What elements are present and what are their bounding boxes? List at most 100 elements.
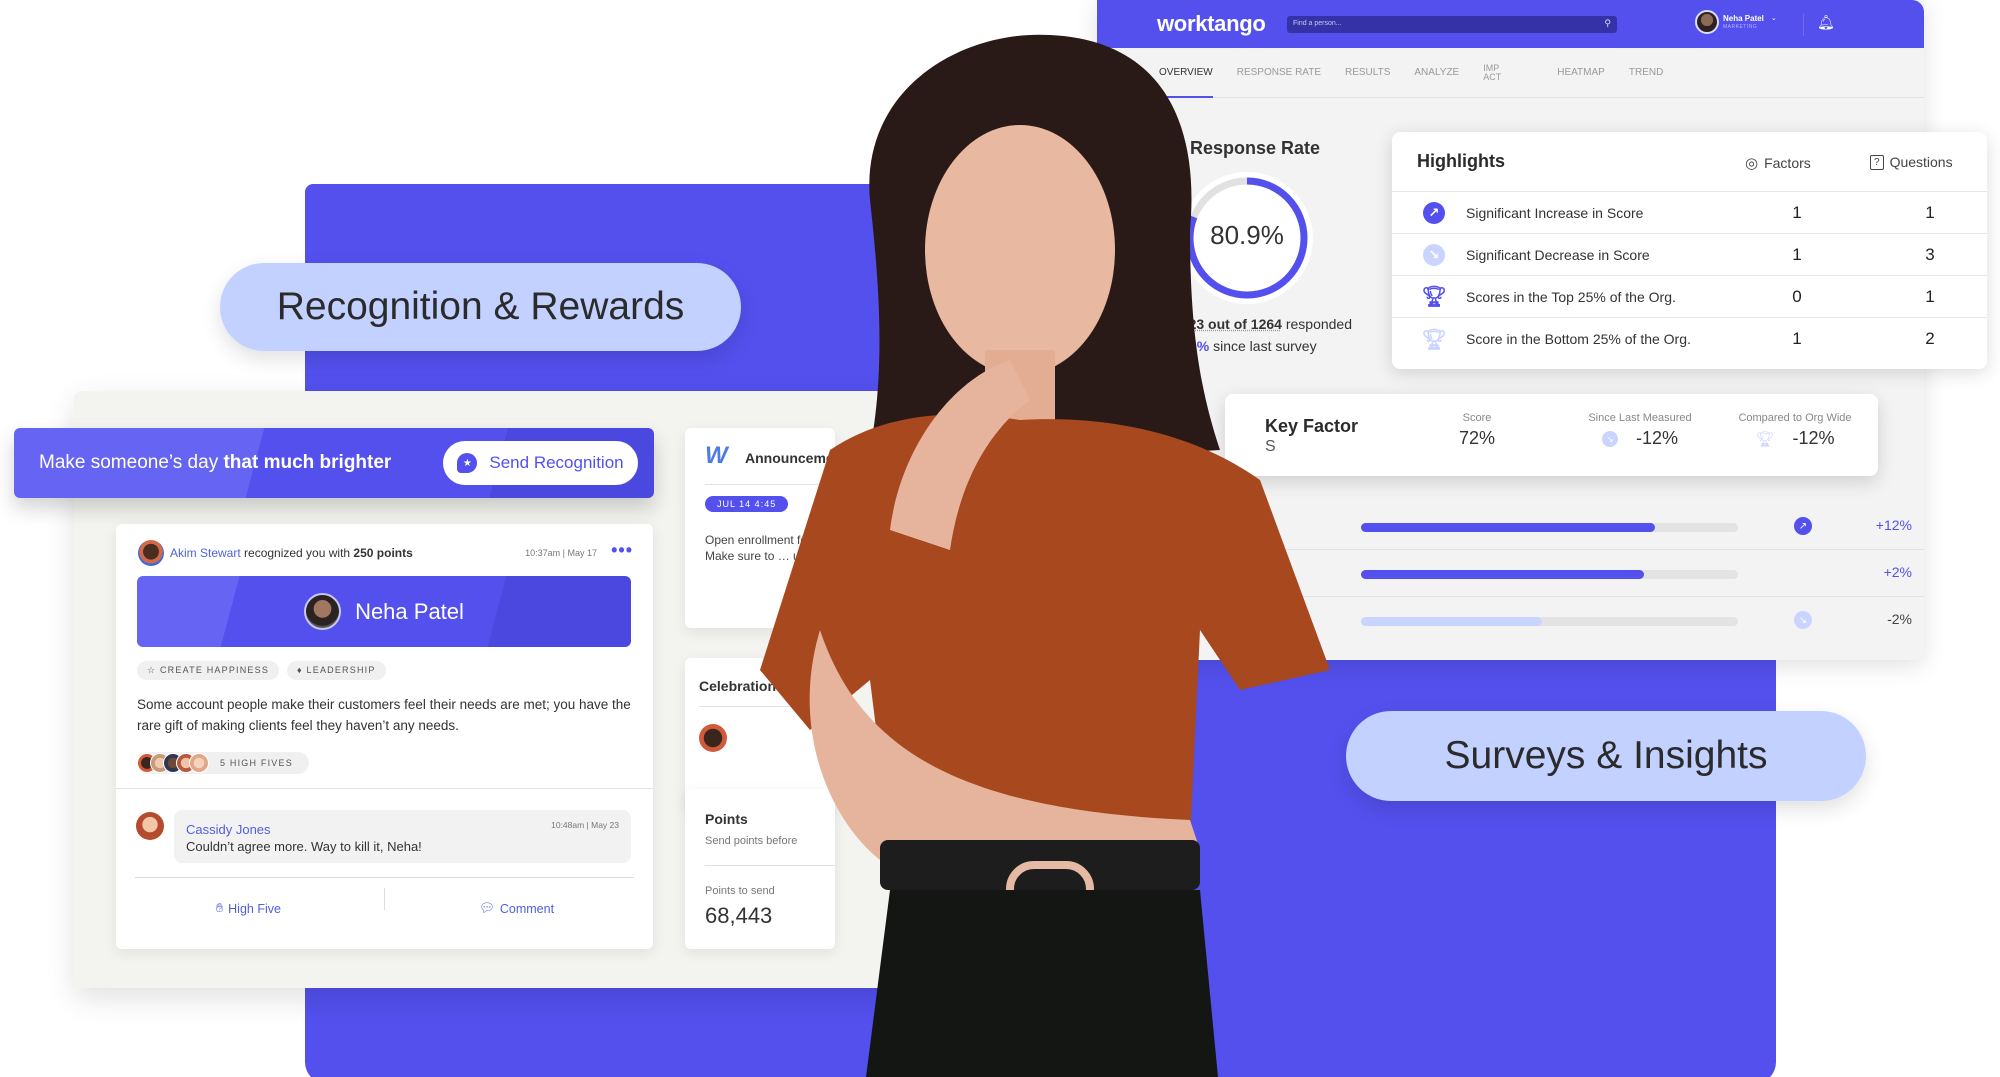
post-points: 250 points: [353, 546, 413, 560]
tab-results[interactable]: RESULTS: [1345, 48, 1390, 98]
recipient-name: Neha Patel: [355, 598, 464, 624]
tab-response-rate[interactable]: RESPONSE RATE: [1237, 48, 1321, 98]
bar-track: [1361, 523, 1738, 532]
trophy-light-icon: 🏆︎: [1421, 328, 1447, 351]
tab-analyze[interactable]: ANALYZE: [1414, 48, 1459, 98]
highlight-row[interactable]: 🏆︎ Scores in the Top 25% of the Org. 0 1: [1392, 276, 1987, 318]
questions-label: Questions: [1889, 154, 1953, 170]
bell-icon[interactable]: 🔔︎: [1817, 14, 1835, 31]
comment-button[interactable]: 💬︎ Comment: [479, 901, 554, 916]
chevron-down-icon[interactable]: ⌄: [1771, 14, 1777, 22]
user-name: Neha Patel: [1723, 14, 1764, 23]
high-fives-count: 5 HIGH FIVES: [220, 758, 293, 768]
tag-create-happiness[interactable]: ☆ CREATE HAPPINESS: [137, 661, 280, 680]
org-label: Compared to Org Wide: [1738, 412, 1852, 424]
giver-name-link[interactable]: Akim Stewart: [170, 546, 241, 560]
change-value: +10%: [1173, 338, 1210, 354]
hand-icon: ✋︎: [216, 901, 224, 915]
more-options-icon[interactable]: •••: [611, 540, 633, 561]
announcement-text: Open enrollment for insurance … Make sur…: [705, 533, 835, 563]
responded-suffix: responded: [1285, 316, 1352, 332]
bar-fill: [1361, 617, 1542, 626]
response-change: +10% since last survey: [1173, 338, 1317, 354]
since-label: Since Last Measured: [1588, 412, 1692, 424]
high-five-label: High Five: [228, 901, 281, 916]
recognition-rewards-pill: Recognition & Rewards: [220, 263, 741, 351]
user-department: MARKETING: [1723, 24, 1758, 30]
search-input[interactable]: Find a person... ⚲: [1287, 16, 1617, 33]
questions-count: 1: [1925, 286, 1935, 306]
search-icon[interactable]: ⚲: [1604, 18, 1611, 29]
post-header: Akim Stewart recognized you with 250 poi…: [138, 540, 413, 566]
factor-bar-row[interactable]: ↗ +12%: [1097, 503, 1924, 550]
tab-bar: OVERVIEW RESPONSE RATE RESULTS ANALYZE I…: [1097, 48, 1924, 98]
tab-impact[interactable]: IMP ACT: [1483, 48, 1509, 98]
divider: [116, 788, 653, 789]
high-fives-summary[interactable]: 5 HIGH FIVES: [137, 752, 309, 774]
score-value: 72%: [1458, 428, 1496, 448]
giver-avatar[interactable]: [138, 540, 164, 566]
commenter-avatar[interactable]: [136, 812, 164, 840]
tag-leadership[interactable]: ♦ LEADERSHIP: [287, 661, 386, 680]
bar-delta: +2%: [1883, 564, 1912, 580]
divider: [135, 877, 634, 878]
highlights-header: Highlights ◎ Factors ? Questions: [1392, 132, 1987, 192]
key-factor-card: Key Factor S Score 72% Since Last Measur…: [1225, 394, 1878, 476]
points-title: Points: [705, 811, 748, 827]
send-recognition-button[interactable]: ★ Send Recognition: [443, 441, 638, 485]
trend-down-icon: ↘: [1601, 431, 1618, 448]
trophy-light-icon: 🏆︎: [1755, 431, 1775, 448]
comment-bubble: Cassidy Jones 10:48am | May 23 Couldn’t …: [174, 810, 631, 863]
trophy-icon: 🏆︎: [1421, 286, 1447, 308]
user-menu[interactable]: Neha Patel MARKETING ⌄: [1695, 10, 1777, 34]
recognition-banner: Make someone’s day that much brighter ★ …: [14, 428, 654, 498]
trend-down-icon: ↘: [1423, 243, 1445, 266]
recognition-message: Some account people make their customers…: [137, 697, 631, 733]
trend-up-icon: ↗: [1794, 517, 1812, 535]
key-factor-subtitle: S: [1265, 438, 1276, 455]
announcements-title: Announcements: [745, 450, 835, 466]
highlight-label: Score in the Bottom 25% of the Org.: [1466, 331, 1691, 347]
target-icon: ◎: [1745, 155, 1759, 172]
highlights-card: Highlights ◎ Factors ? Questions ↗ Signifi…: [1392, 132, 1987, 369]
highlight-row[interactable]: 🏆︎ Score in the Bottom 25% of the Org. 1…: [1392, 318, 1987, 360]
surveys-insights-pill: Surveys & Insights: [1346, 711, 1866, 801]
bar-fill: [1361, 570, 1644, 579]
high-five-button[interactable]: ✋︎ High Five: [216, 901, 281, 916]
since-row: ↘ -12%: [1575, 428, 1705, 449]
announcements-card[interactable]: W Announcements JUL 14 4:45 Open enrollm…: [685, 428, 835, 628]
factor-bar-row[interactable]: ↘ -2%: [1097, 597, 1924, 644]
points-to-send-label: Points to send: [705, 885, 775, 897]
factors-count: 1: [1792, 329, 1802, 348]
change-suffix[interactable]: since last survey: [1213, 338, 1316, 354]
questions-count: 3: [1925, 244, 1935, 264]
comment-label: Comment: [499, 901, 555, 916]
high-five-avatar: [189, 753, 209, 773]
highlight-row[interactable]: ↘ Significant Decrease in Score 1 3: [1392, 234, 1987, 276]
post-timestamp: 10:37am | May 17: [525, 548, 597, 558]
celebrations-card[interactable]: Celebrations: [685, 658, 835, 808]
questions-column-header: ? Questions: [1870, 154, 1953, 170]
org-value: -12%: [1792, 428, 1835, 448]
tag-label: LEADERSHIP: [306, 665, 376, 675]
response-rate-value: 80.9%: [1210, 220, 1284, 250]
factor-bar-row[interactable]: +2%: [1097, 550, 1924, 597]
tab-trend[interactable]: TREND: [1629, 48, 1663, 98]
recognition-star-icon: ★: [457, 453, 478, 473]
tab-overview[interactable]: OVERVIEW: [1159, 48, 1213, 98]
responded-fraction[interactable]: 1023 out of 1264: [1173, 316, 1282, 332]
banner-text-regular: Make someone’s day: [39, 452, 224, 473]
factors-column-header: ◎ Factors: [1745, 154, 1811, 172]
user-avatar: [1695, 10, 1719, 34]
trend-up-icon: ↗: [1423, 201, 1445, 224]
divider: [705, 484, 835, 485]
app-logo[interactable]: worktango: [1157, 11, 1266, 37]
header-divider: [1803, 14, 1804, 36]
divider: [699, 706, 835, 707]
highlight-row[interactable]: ↗ Significant Increase in Score 1 1: [1392, 192, 1987, 234]
tab-heatmap[interactable]: HEATMAP: [1557, 48, 1605, 98]
recognition-post-card: Akim Stewart recognized you with 250 poi…: [116, 524, 653, 949]
commenter-name-link[interactable]: Cassidy Jones: [186, 822, 271, 837]
star-outline-icon: ☆: [147, 665, 157, 675]
celebration-avatar[interactable]: [699, 724, 727, 752]
